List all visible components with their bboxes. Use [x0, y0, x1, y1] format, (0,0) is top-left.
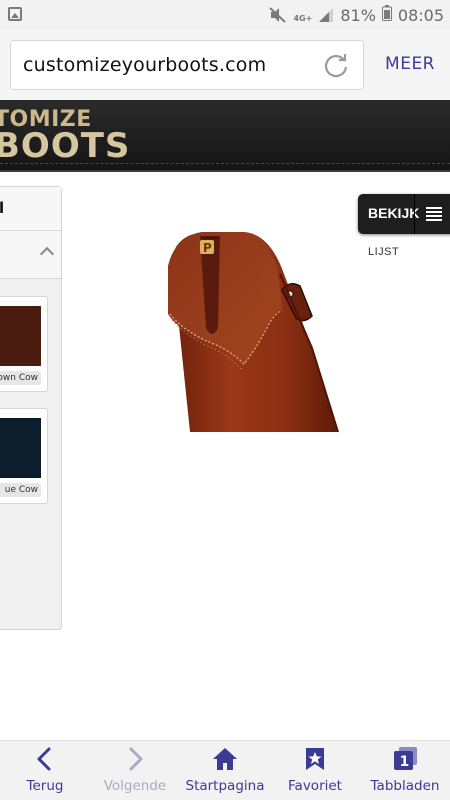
nav-forward[interactable]: Volgende — [90, 741, 180, 800]
nav-favorites-label[interactable]: Favoriet — [270, 778, 360, 794]
nav-favorites[interactable]: Favoriet — [270, 741, 360, 800]
address-bar[interactable]: customizeyourboots.com — [10, 40, 364, 90]
network-label: 4G+ — [293, 13, 313, 23]
swatch-option-blue[interactable]: ue Cow — [0, 408, 48, 504]
swatch-label: own Cow — [0, 371, 41, 385]
site-header: TOMIZE BOOTS — [0, 100, 450, 172]
svg-text:P: P — [203, 241, 212, 255]
view-list-sublabel: LIJST — [368, 246, 400, 258]
color-swatch[interactable] — [0, 306, 41, 366]
nav-tabs-label[interactable]: Tabbladen — [360, 778, 450, 794]
nav-home[interactable]: Startpagina — [180, 741, 270, 800]
mute-icon — [269, 7, 287, 23]
sidebar-title: l — [0, 199, 5, 217]
section-toggle[interactable] — [0, 231, 61, 279]
battery-icon — [381, 5, 392, 25]
color-swatch[interactable] — [0, 418, 41, 478]
list-icon[interactable] — [426, 207, 442, 221]
nav-back-label[interactable]: Terug — [0, 778, 90, 794]
more-menu-button[interactable]: MEER — [385, 54, 435, 74]
network-indicator: 4G+ — [293, 6, 312, 25]
clock: 08:05 — [397, 5, 444, 25]
nav-forward-label[interactable]: Volgende — [90, 778, 180, 794]
swatch-option-brown[interactable]: own Cow — [0, 296, 48, 392]
bookmark-star-icon[interactable] — [302, 747, 328, 771]
view-button-label[interactable]: BEKIJK — [368, 205, 419, 221]
browser-bottom-nav: Terug Volgende Startpagina Favoriet 1 Ta… — [0, 740, 450, 800]
button-divider — [414, 194, 415, 234]
sidebar-header: l — [0, 187, 61, 231]
signal-icon — [318, 7, 334, 23]
forward-arrow-icon[interactable] — [122, 747, 148, 771]
nav-tabs[interactable]: 1 Tabbladen — [360, 741, 450, 800]
gallery-notification-icon — [8, 7, 22, 21]
status-right: 4G+ 81% 08:05 — [269, 5, 444, 25]
header-stitching — [0, 163, 450, 164]
tabs-icon[interactable]: 1 — [392, 747, 418, 771]
reload-icon[interactable] — [322, 52, 350, 80]
boot-preview-image: P — [162, 228, 342, 434]
view-list-button[interactable]: BEKIJK — [358, 194, 450, 234]
browser-toolbar: customizeyourboots.com MEER — [0, 30, 450, 100]
status-bar: 4G+ 81% 08:05 — [0, 0, 450, 30]
swatch-label: ue Cow — [0, 483, 41, 497]
battery-percent: 81% — [340, 5, 376, 25]
tab-count: 1 — [400, 754, 410, 770]
nav-home-label[interactable]: Startpagina — [180, 778, 270, 794]
nav-back[interactable]: Terug — [0, 741, 90, 800]
home-icon[interactable] — [212, 747, 238, 771]
back-arrow-icon[interactable] — [32, 747, 58, 771]
site-logo-bottom[interactable]: BOOTS — [0, 126, 130, 166]
chevron-up-icon[interactable] — [39, 246, 55, 262]
url-text[interactable]: customizeyourboots.com — [23, 54, 266, 76]
